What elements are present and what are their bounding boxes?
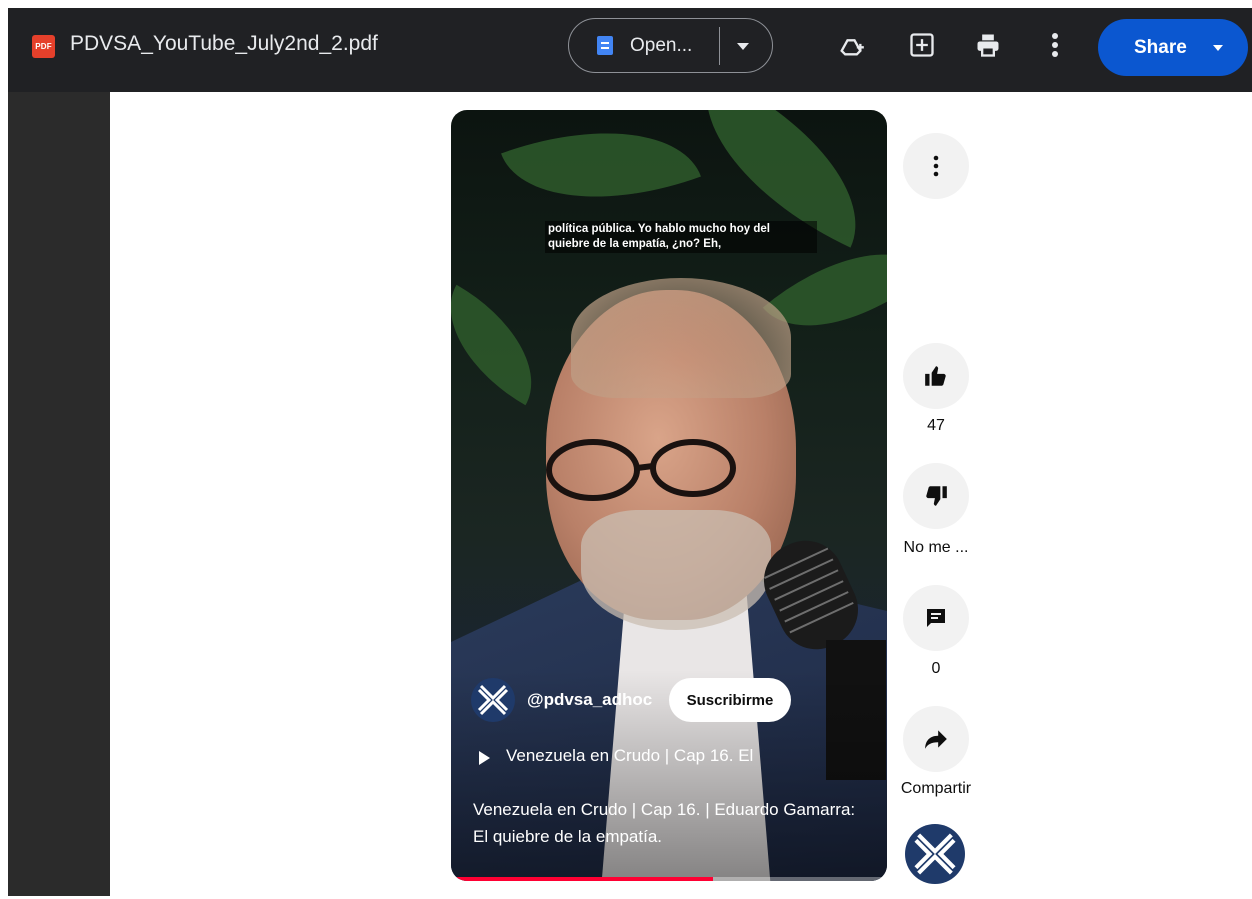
chevron-down-icon[interactable] — [737, 43, 749, 50]
more-options-button[interactable] — [903, 133, 969, 199]
share-video-button[interactable] — [903, 706, 969, 772]
subscribe-button[interactable]: Suscribirme — [669, 678, 791, 722]
plant-leaf — [501, 110, 701, 239]
like-button[interactable] — [903, 343, 969, 409]
comment-icon — [927, 609, 945, 627]
thumbs-down-icon — [926, 486, 947, 506]
pdf-file-icon: PDF — [32, 35, 55, 58]
share-button-label: Share — [1134, 37, 1187, 58]
dislike-label: No me ... — [903, 539, 969, 556]
video-subtitle: política pública. Yo hablo mucho hoy del… — [545, 221, 817, 253]
pdf-toolbar: PDF PDVSA_YouTube_July2nd_2.pdf Open... … — [8, 8, 1252, 92]
video-description[interactable]: Venezuela en Crudo | Cap 16. | Eduardo G… — [473, 796, 873, 850]
channel-handle[interactable]: @pdvsa_adhoc — [527, 690, 652, 710]
like-count: 47 — [927, 417, 945, 434]
play-icon — [479, 751, 490, 765]
video-progress-bar[interactable] — [451, 877, 887, 881]
more-vert-icon[interactable] — [1038, 28, 1072, 62]
open-with-divider — [719, 27, 720, 65]
google-docs-icon — [597, 36, 613, 55]
speaker-beard — [581, 510, 771, 630]
channel-avatar[interactable] — [471, 678, 515, 722]
print-icon[interactable] — [971, 28, 1005, 62]
add-comment-icon[interactable] — [905, 28, 939, 62]
chevron-down-icon[interactable] — [1213, 45, 1223, 51]
open-with-button[interactable]: Open... — [568, 18, 773, 73]
dislike-button[interactable] — [903, 463, 969, 529]
channel-logo-avatar[interactable] — [905, 824, 965, 884]
share-button[interactable]: Share — [1098, 19, 1248, 76]
share-video-label: Compartir — [900, 780, 972, 797]
comment-count: 0 — [931, 660, 941, 677]
drive-add-icon[interactable] — [834, 28, 868, 62]
more-vert-icon — [933, 155, 939, 177]
speaker-hair — [571, 278, 791, 398]
related-video-link[interactable]: Venezuela en Crudo | Cap 16. El — [506, 746, 753, 766]
open-with-label: Open... — [630, 35, 693, 56]
share-arrow-icon — [925, 730, 947, 749]
shorts-video[interactable]: política pública. Yo hablo mucho hoy del… — [451, 110, 887, 881]
comments-button[interactable] — [903, 585, 969, 651]
plant-leaf — [451, 284, 561, 406]
thumbs-up-icon — [925, 366, 946, 386]
video-progress-fill — [451, 877, 713, 881]
speaker-glasses — [546, 439, 736, 501]
file-title: PDVSA_YouTube_July2nd_2.pdf — [70, 32, 378, 55]
